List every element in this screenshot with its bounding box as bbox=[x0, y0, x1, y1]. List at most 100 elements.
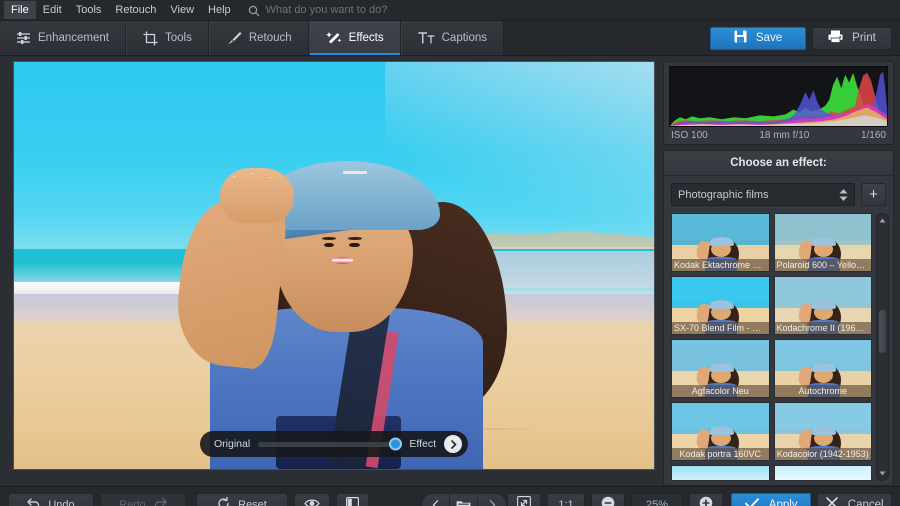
print-button[interactable]: Print bbox=[812, 26, 892, 50]
reset-icon bbox=[217, 496, 230, 506]
save-button[interactable]: Save bbox=[710, 26, 806, 50]
chevron-updown-icon bbox=[839, 188, 848, 201]
photo-smile bbox=[332, 257, 354, 264]
exif-lens: 18 mm f/10 bbox=[759, 130, 810, 141]
tab-label-retouch: Retouch bbox=[248, 32, 292, 44]
histogram-chart bbox=[669, 66, 888, 127]
text-icon bbox=[418, 31, 435, 45]
photo-nail bbox=[233, 175, 237, 178]
effect-thumbnail[interactable]: Kodacolor (1942-1953) bbox=[773, 402, 872, 461]
effect-thumbnail[interactable]: Kodachrome II (1962-... bbox=[773, 276, 872, 335]
image-canvas[interactable]: Original Effect bbox=[13, 61, 655, 470]
effect-thumbnail[interactable]: Autochrome bbox=[773, 339, 872, 398]
effect-thumbnail-label: Kodak portra 160VC bbox=[672, 448, 769, 460]
effects-scrollbar[interactable] bbox=[876, 213, 889, 481]
zoom-in-button[interactable] bbox=[689, 493, 723, 506]
tab-retouch[interactable]: Retouch bbox=[208, 21, 309, 55]
effect-thumbnail[interactable] bbox=[671, 465, 770, 481]
previous-image-button[interactable] bbox=[422, 494, 450, 506]
preview-toggle-button[interactable] bbox=[294, 493, 330, 506]
photo-hand bbox=[220, 168, 294, 223]
open-folder-button[interactable] bbox=[450, 494, 478, 506]
check-icon bbox=[744, 497, 759, 506]
effect-thumbnail[interactable]: Kodak portra 160VC bbox=[671, 402, 770, 461]
search-icon bbox=[248, 4, 260, 17]
compare-effect-label: Effect bbox=[409, 438, 436, 450]
menu-bar: File Edit Tools Retouch View Help What d… bbox=[0, 0, 900, 21]
save-label: Save bbox=[755, 32, 783, 44]
effect-thumbnail-label: Kodak Ektachrome 100G bbox=[672, 259, 769, 271]
actual-size-button[interactable]: 1:1 bbox=[547, 493, 585, 506]
scroll-up-icon[interactable] bbox=[877, 214, 888, 227]
exif-shutter: 1/160 bbox=[860, 130, 886, 141]
file-navigation-group bbox=[421, 493, 507, 506]
fit-screen-icon bbox=[517, 496, 531, 506]
next-image-button[interactable] bbox=[478, 494, 506, 506]
effect-thumbnail[interactable]: Kodak Ektachrome 100G bbox=[671, 213, 770, 272]
photo-subject bbox=[172, 127, 513, 469]
cancel-label: Cancel bbox=[847, 498, 884, 506]
photo-eyebrow bbox=[321, 237, 336, 240]
effect-thumbnail[interactable]: SX-70 Blend Film - Mag... bbox=[671, 276, 770, 335]
undo-button[interactable]: Undo bbox=[8, 493, 94, 506]
next-effect-button[interactable] bbox=[444, 435, 462, 453]
compare-view-button[interactable] bbox=[336, 493, 369, 506]
zoom-level-value[interactable]: 25% bbox=[631, 493, 683, 506]
apply-label: Apply bbox=[768, 498, 798, 506]
effect-thumbnail[interactable]: Polaroid 600 – Yellowed bbox=[773, 213, 872, 272]
compare-slider-track[interactable] bbox=[258, 437, 403, 451]
tab-enhancement[interactable]: Enhancement bbox=[0, 21, 126, 55]
exif-iso: ISO 100 bbox=[671, 130, 708, 141]
apply-button[interactable]: Apply bbox=[731, 492, 812, 506]
effect-thumbnail-label: Polaroid 600 – Yellowed bbox=[774, 259, 871, 271]
reset-button[interactable]: Reset bbox=[196, 493, 288, 506]
effect-thumbnail-label: SX-70 Blend Film - Mag... bbox=[672, 322, 769, 334]
bottom-toolbar: Undo Redo Reset 1:1 25% Apply Cancel bbox=[0, 486, 900, 506]
tab-tools[interactable]: Tools bbox=[125, 21, 209, 55]
add-effect-button[interactable]: + bbox=[861, 183, 886, 206]
tab-label-captions: Captions bbox=[441, 32, 488, 44]
effects-thumbnail-grid: Kodak Ektachrome 100G Polaroid 600 – Yel… bbox=[671, 213, 872, 481]
fit-to-screen-button[interactable] bbox=[507, 493, 541, 506]
menu-item-view[interactable]: View bbox=[163, 1, 201, 19]
effect-thumbnail-label: Agfacolor Neu bbox=[672, 385, 769, 397]
scrollbar-thumb[interactable] bbox=[878, 308, 887, 355]
compare-slider-handle[interactable] bbox=[389, 437, 403, 451]
effects-panel: Choose an effect: Photographic films + K… bbox=[663, 150, 894, 486]
menu-item-file[interactable]: File bbox=[4, 1, 36, 19]
compare-slider[interactable]: Original Effect bbox=[200, 431, 468, 457]
effect-thumbnail[interactable]: Agfacolor Neu bbox=[671, 339, 770, 398]
eye-icon bbox=[304, 498, 320, 506]
print-label: Print bbox=[852, 32, 876, 44]
right-panel: ISO 100 18 mm f/10 1/160 Choose an effec… bbox=[661, 56, 900, 486]
effect-preview-image bbox=[774, 466, 871, 480]
undo-icon bbox=[27, 497, 40, 506]
minus-circle-icon bbox=[601, 496, 615, 506]
redo-button[interactable]: Redo bbox=[100, 493, 186, 506]
redo-icon bbox=[154, 497, 167, 506]
crop-icon bbox=[143, 31, 158, 46]
cancel-button[interactable]: Cancel bbox=[817, 492, 892, 506]
menu-item-tools[interactable]: Tools bbox=[69, 1, 109, 19]
search-box[interactable]: What do you want to do? bbox=[248, 4, 388, 17]
brush-icon bbox=[226, 31, 242, 46]
zoom-out-button[interactable] bbox=[591, 493, 625, 506]
reset-label: Reset bbox=[238, 498, 267, 506]
effects-thumbnails-area: Kodak Ektachrome 100G Polaroid 600 – Yel… bbox=[664, 213, 893, 485]
effect-category-dropdown[interactable]: Photographic films bbox=[671, 183, 855, 206]
scrollbar-track[interactable] bbox=[877, 227, 888, 467]
search-placeholder: What do you want to do? bbox=[265, 4, 388, 16]
tab-effects[interactable]: Effects bbox=[308, 21, 401, 55]
magic-wand-icon bbox=[325, 31, 342, 46]
menu-item-help[interactable]: Help bbox=[201, 1, 238, 19]
scroll-down-icon[interactable] bbox=[877, 467, 888, 480]
zoom-group: 1:1 25% bbox=[507, 493, 723, 506]
effect-thumbnail[interactable] bbox=[773, 465, 872, 481]
effect-thumbnail-label: Kodacolor (1942-1953) bbox=[774, 448, 871, 460]
effect-thumbnail-label: Kodachrome II (1962-... bbox=[774, 322, 871, 334]
compare-original-label: Original bbox=[214, 438, 251, 450]
menu-item-edit[interactable]: Edit bbox=[36, 1, 69, 19]
menu-item-retouch[interactable]: Retouch bbox=[108, 1, 163, 19]
effect-category-value: Photographic films bbox=[678, 188, 769, 201]
tab-captions[interactable]: Captions bbox=[400, 21, 505, 55]
